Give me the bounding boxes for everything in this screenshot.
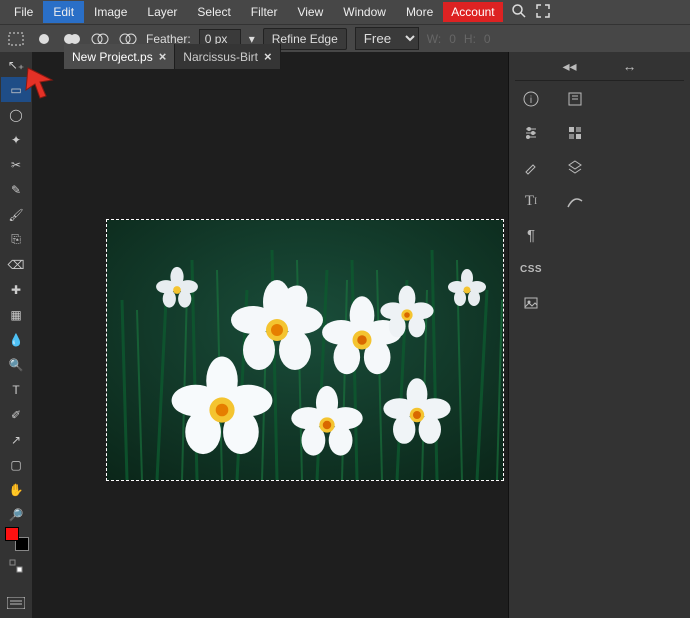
menu-view[interactable]: View: [287, 1, 333, 23]
image-panel-icon[interactable]: [521, 293, 541, 313]
css-label[interactable]: CSS: [521, 259, 541, 279]
path-tool[interactable]: ↗: [1, 427, 31, 452]
search-icon[interactable]: [511, 3, 527, 22]
svg-text:i: i: [530, 95, 532, 106]
right-panel: ◂◂ ↔ i TI ¶ CSS: [508, 52, 690, 618]
selection-icon[interactable]: [6, 29, 26, 49]
layers-icon[interactable]: [565, 157, 585, 177]
menu-file[interactable]: File: [4, 1, 43, 23]
history-icon[interactable]: [565, 89, 585, 109]
document-canvas[interactable]: [107, 220, 503, 480]
menu-more[interactable]: More: [396, 1, 443, 23]
tutorial-arrow-icon: [24, 66, 58, 103]
tab-new-project[interactable]: New Project.ps ×: [64, 44, 175, 69]
canvas-image: [107, 220, 503, 480]
keyboard-icon[interactable]: [1, 590, 31, 615]
eyedropper-tool[interactable]: ✐: [1, 402, 31, 427]
menu-filter[interactable]: Filter: [241, 1, 288, 23]
gradient-tool[interactable]: ▦: [1, 302, 31, 327]
paths-icon[interactable]: [565, 191, 585, 211]
mode-select[interactable]: Free: [355, 27, 419, 50]
menu-image[interactable]: Image: [84, 1, 137, 23]
selection-mode-new-icon[interactable]: [34, 29, 54, 49]
menu-window[interactable]: Window: [333, 1, 396, 23]
document-tabs: New Project.ps × Narcissus-Birt ×: [64, 44, 281, 69]
character-icon[interactable]: TI: [521, 191, 541, 211]
height-label: H:: [464, 32, 476, 46]
blur-tool[interactable]: 💧: [1, 327, 31, 352]
panel-tab-collapse-left-icon[interactable]: ◂◂: [560, 56, 580, 76]
pencil-tool[interactable]: ✎: [1, 177, 31, 202]
foreground-color-swatch[interactable]: [5, 527, 19, 541]
eraser-tool[interactable]: ⌫: [1, 252, 31, 277]
adjustments-icon[interactable]: [521, 123, 541, 143]
brush-tool[interactable]: 🖌: [1, 202, 31, 227]
fullscreen-icon[interactable]: [535, 3, 551, 22]
top-menubar: File Edit Image Layer Select Filter View…: [0, 0, 690, 24]
crop-tool[interactable]: ✂: [1, 152, 31, 177]
tab-narcissus[interactable]: Narcissus-Birt ×: [175, 44, 280, 69]
healing-tool[interactable]: ✚: [1, 277, 31, 302]
rectangle-tool[interactable]: ▢: [1, 452, 31, 477]
zoom-tool[interactable]: 🔎: [1, 502, 31, 527]
swap-colors-icon[interactable]: [1, 553, 31, 578]
tab-label: New Project.ps: [72, 50, 153, 64]
color-swatches[interactable]: [1, 527, 31, 553]
width-value: 0: [449, 32, 456, 46]
info-icon[interactable]: i: [521, 89, 541, 109]
menu-select[interactable]: Select: [187, 1, 240, 23]
type-tool[interactable]: T: [1, 377, 31, 402]
close-icon[interactable]: ×: [159, 49, 167, 64]
height-value: 0: [484, 32, 491, 46]
hand-tool[interactable]: ✋: [1, 477, 31, 502]
close-icon[interactable]: ×: [264, 49, 272, 64]
magic-wand-tool[interactable]: ✦: [1, 127, 31, 152]
lasso-tool[interactable]: ◯: [1, 102, 31, 127]
tools-panel: ↖₊▭◯✦✂✎🖌⎘⌫✚▦💧🔍T✐↗▢✋🔎: [0, 52, 32, 618]
dodge-tool[interactable]: 🔍: [1, 352, 31, 377]
tab-label: Narcissus-Birt: [183, 50, 258, 64]
canvas-area[interactable]: New Project.ps × Narcissus-Birt ×: [32, 52, 508, 618]
menu-edit[interactable]: Edit: [43, 1, 84, 23]
paragraph-icon[interactable]: ¶: [521, 225, 541, 245]
brush-panel-icon[interactable]: [521, 157, 541, 177]
width-label: W:: [427, 32, 441, 46]
menu-account[interactable]: Account: [443, 2, 502, 22]
menu-layer[interactable]: Layer: [137, 1, 187, 23]
panel-tab-expand-icon[interactable]: ↔: [620, 56, 640, 76]
clone-tool[interactable]: ⎘: [1, 227, 31, 252]
swatches-icon[interactable]: [565, 123, 585, 143]
